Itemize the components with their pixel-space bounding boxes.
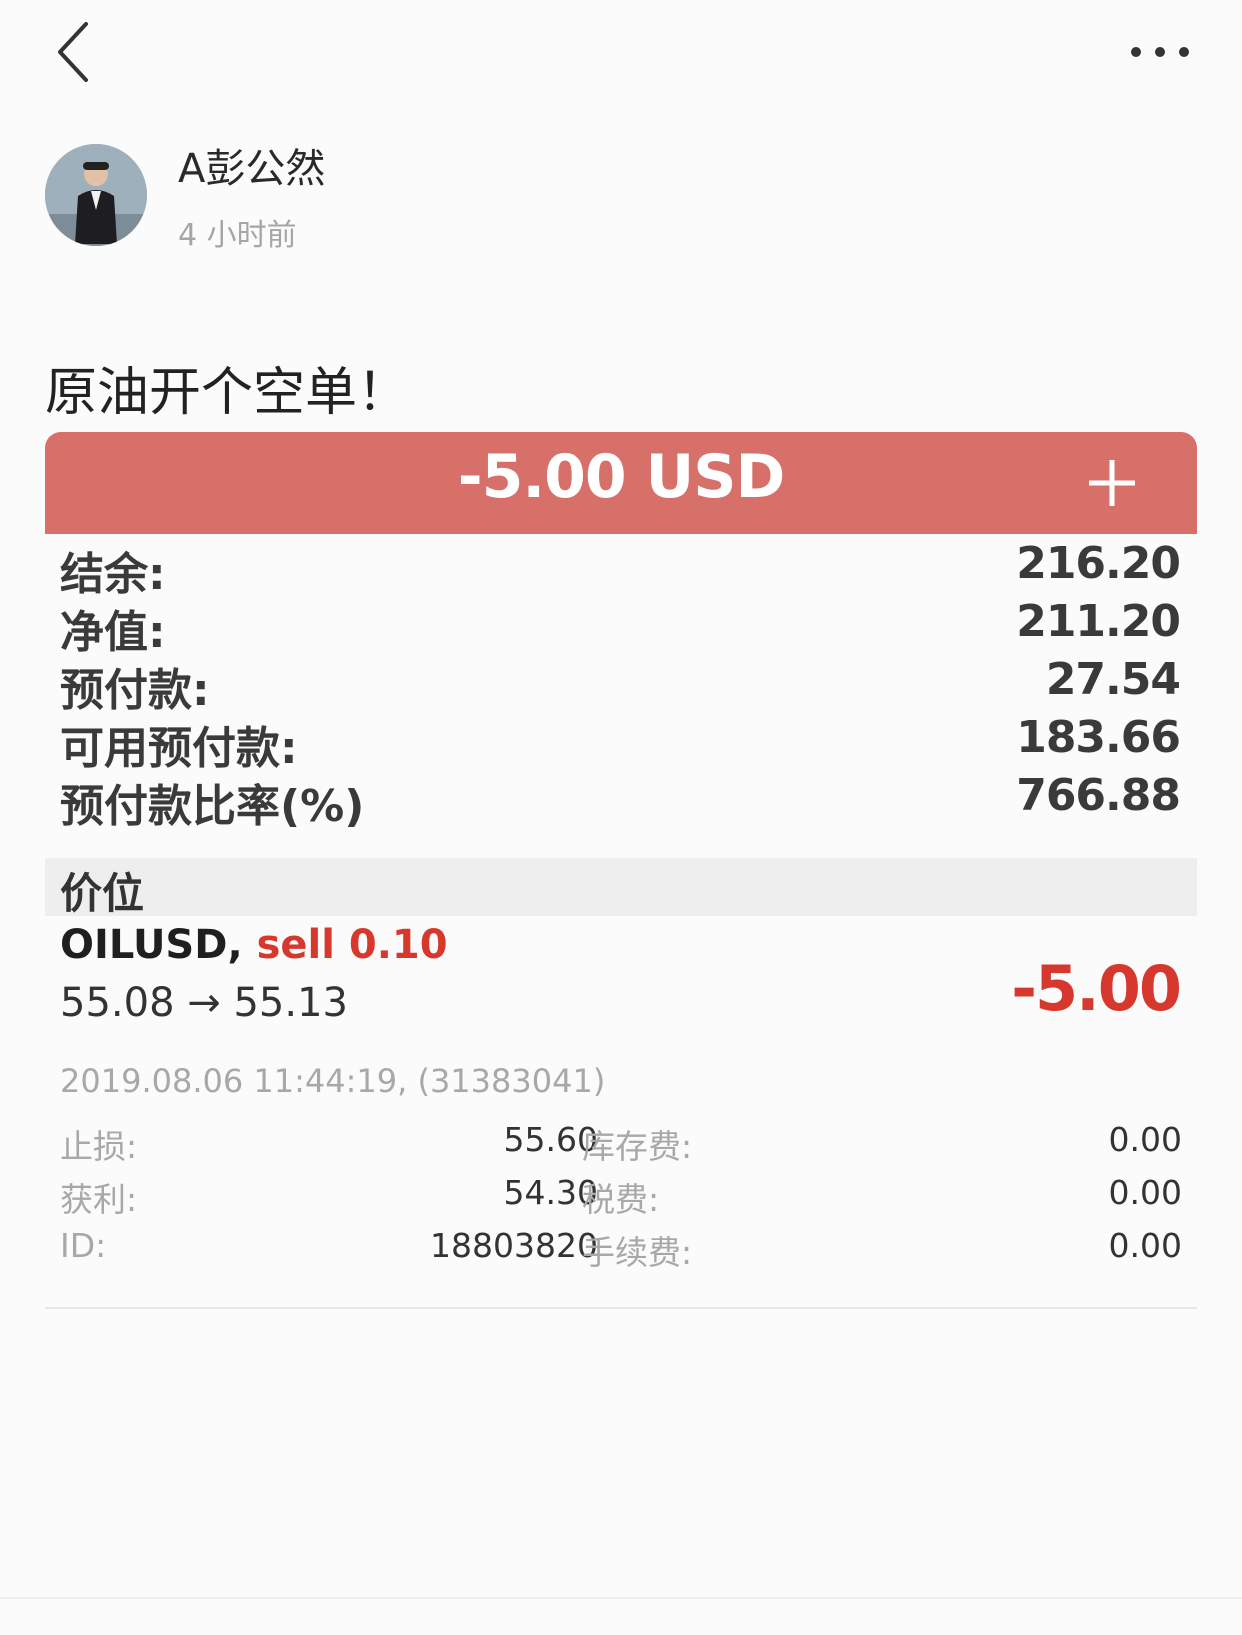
positions-section-header: 价位 <box>45 858 1197 918</box>
position-profit: -5.00 <box>1011 952 1182 1025</box>
position-side: sell 0.10 <box>256 922 448 968</box>
summary-value: 211.20 <box>1016 596 1181 647</box>
position-open-time: 2019.08.06 11:44:19, (31383041) <box>60 1062 606 1100</box>
post-time: 4 小时前 <box>178 218 297 253</box>
summary-value: 183.66 <box>1016 712 1181 763</box>
detail-stop-loss: 止损: 55.60 <box>60 1120 598 1166</box>
total-pl-header: -5.00 USD <box>45 432 1197 534</box>
detail-value: 18803820 <box>430 1226 598 1265</box>
plus-icon[interactable] <box>1085 456 1139 510</box>
summary-label: 可用预付款: <box>60 723 298 774</box>
detail-commission: 手续费: 0.00 <box>582 1226 1182 1272</box>
bottom-divider <box>0 1597 1242 1599</box>
position-prices: 55.08 → 55.13 <box>60 980 348 1026</box>
detail-label: 库存费: <box>582 1127 693 1166</box>
detail-label: 税费: <box>582 1180 660 1219</box>
top-nav-bar <box>0 0 1242 110</box>
position-symbol: OILUSD, <box>60 922 243 968</box>
detail-value: 0.00 <box>1108 1226 1182 1265</box>
detail-label: 获利: <box>60 1180 138 1219</box>
trade-screenshot-card: -5.00 USD 结余: 216.20 净值: 211.20 预付款: 27.… <box>45 432 1197 1308</box>
summary-row-free-margin: 可用预付款: 183.66 <box>60 712 1181 774</box>
divider <box>45 1307 1197 1309</box>
summary-value: 766.88 <box>1016 770 1181 821</box>
summary-row-margin-level: 预付款比率(%) 766.88 <box>60 770 1181 832</box>
detail-label: 手续费: <box>582 1233 693 1272</box>
summary-label: 结余: <box>60 549 166 600</box>
detail-swap: 库存费: 0.00 <box>582 1120 1182 1166</box>
detail-label: ID: <box>60 1226 107 1265</box>
detail-id: ID: 18803820 <box>60 1226 598 1272</box>
post-text: 原油开个空单！ <box>45 363 410 423</box>
position-item[interactable]: OILUSD, sell 0.10 55.08 → 55.13 -5.00 20… <box>45 922 1197 1282</box>
detail-take-profit: 获利: 54.30 <box>60 1173 598 1219</box>
chevron-left-icon[interactable] <box>50 18 100 88</box>
summary-row-margin: 预付款: 27.54 <box>60 654 1181 716</box>
avatar[interactable] <box>45 144 147 246</box>
post-author: A彭公然 4 小时前 <box>0 130 1242 260</box>
detail-label: 止损: <box>60 1127 138 1166</box>
position-symbol-line: OILUSD, sell 0.10 <box>60 922 448 968</box>
author-name[interactable]: A彭公然 <box>178 136 325 194</box>
summary-label: 净值: <box>60 607 166 658</box>
summary-label: 预付款: <box>60 665 210 716</box>
section-title: 价位 <box>60 869 145 918</box>
summary-value: 27.54 <box>1045 654 1181 705</box>
summary-value: 216.20 <box>1016 538 1181 589</box>
more-dots-icon[interactable] <box>1128 40 1194 64</box>
summary-row-equity: 净值: 211.20 <box>60 596 1181 658</box>
detail-value: 0.00 <box>1108 1120 1182 1159</box>
total-pl-value: -5.00 USD <box>457 442 786 512</box>
summary-row-balance: 结余: 216.20 <box>60 538 1181 600</box>
detail-value: 0.00 <box>1108 1173 1182 1212</box>
detail-tax: 税费: 0.00 <box>582 1173 1182 1219</box>
summary-label: 预付款比率(%) <box>60 781 365 832</box>
